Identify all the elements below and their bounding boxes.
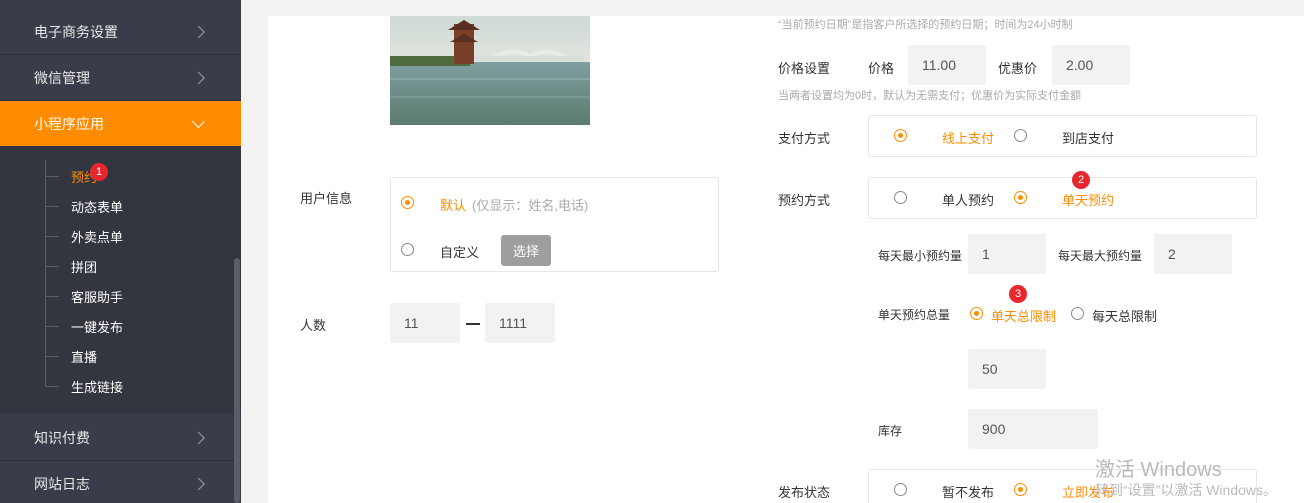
price-hint: 当两者设置均为0时，默认为无需支付；优惠价为实际支付金额 (778, 90, 1082, 102)
nav-item-ecommerce-settings[interactable]: 电子商务设置 (0, 9, 241, 55)
step-badge-3: 3 (1009, 285, 1027, 303)
booking-single-day-label: 单天预约 (1062, 193, 1115, 208)
chevron-right-icon (192, 431, 205, 444)
payment-online-radio[interactable] (894, 129, 907, 142)
submenu-item-one-click-publish[interactable]: 一键发布 (45, 316, 123, 336)
activation-watermark-title: 激活 Windows (1095, 459, 1222, 481)
user-info-default-radio[interactable] (401, 196, 414, 209)
total-single-day-radio[interactable] (970, 307, 983, 320)
daily-max-label: 每天最大预约量 (1058, 249, 1143, 263)
submenu: 预约 动态表单 外卖点单 拼团 客服助手 一键发布 直播 生成链接 (0, 146, 241, 414)
submenu-item-service-assistant[interactable]: 客服助手 (45, 286, 123, 306)
user-info-default-note: (仅显示：姓名,电话) (472, 198, 589, 213)
discount-label: 优惠价 (998, 61, 1038, 76)
chevron-right-icon (192, 25, 205, 38)
price-label: 价格 (868, 61, 895, 76)
publish-later-label: 暂不发布 (942, 485, 995, 500)
cover-image (390, 16, 590, 125)
user-info-label: 用户信息 (300, 191, 353, 206)
booking-mode-label: 预约方式 (778, 193, 831, 208)
daily-min-input[interactable]: 1 (968, 234, 1046, 274)
submenu-item-takeout[interactable]: 外卖点单 (45, 226, 123, 246)
publish-status-label: 发布状态 (778, 485, 831, 500)
total-single-day-label: 单天总限制 (991, 309, 1057, 324)
submenu-item-dynamic-form[interactable]: 动态表单 (45, 196, 123, 216)
choose-button[interactable]: 选择 (501, 235, 551, 266)
daily-total-label: 单天预约总量 (878, 308, 951, 322)
daily-min-label: 每天最小预约量 (878, 249, 963, 263)
chevron-right-icon (192, 477, 205, 490)
sidebar: 电子商务设置 微信管理 小程序应用 预约 动态表单 外卖点单 拼团 客服助手 一… (0, 0, 241, 503)
total-every-day-label: 每天总限制 (1092, 309, 1158, 324)
payment-method-label: 支付方式 (778, 131, 831, 146)
price-input[interactable]: 11.00 (908, 45, 986, 85)
price-settings-label: 价格设置 (778, 61, 831, 76)
nav-item-mini-program[interactable]: 小程序应用 (0, 101, 241, 146)
user-info-custom-label: 自定义 (440, 245, 480, 260)
submenu-item-group-buy[interactable]: 拼团 (45, 256, 97, 276)
nav-item-label: 电子商务设置 (34, 23, 118, 40)
user-info-default-label: 默认 (440, 198, 467, 213)
booking-single-day-radio[interactable] (1014, 191, 1027, 204)
discount-input[interactable]: 2.00 (1052, 45, 1130, 85)
sidebar-scrollbar[interactable] (234, 258, 240, 503)
publish-later-radio[interactable] (894, 483, 907, 496)
booking-single-person-radio[interactable] (894, 191, 907, 204)
chevron-right-icon (192, 71, 205, 84)
publish-now-radio[interactable] (1014, 483, 1027, 496)
submenu-item-live[interactable]: 直播 (45, 346, 97, 366)
stock-input[interactable]: 900 (968, 409, 1098, 449)
nav-item-label: 知识付费 (34, 429, 90, 446)
nav-item-label: 小程序应用 (34, 115, 104, 132)
user-info-custom-radio[interactable] (401, 243, 414, 256)
step-badge-2: 2 (1072, 171, 1090, 189)
people-label: 人数 (300, 318, 327, 333)
range-dash (466, 323, 480, 325)
submenu-item-booking[interactable]: 预约 (45, 166, 97, 186)
people-min-input[interactable]: 11 (390, 303, 460, 343)
booking-single-person-label: 单人预约 (942, 193, 995, 208)
payment-in-store-radio[interactable] (1014, 129, 1027, 142)
total-limit-input[interactable]: 50 (968, 349, 1046, 389)
payment-in-store-label: 到店支付 (1062, 131, 1115, 146)
notification-badge: 1 (90, 163, 108, 181)
nav-item-site-log[interactable]: 网站日志 (0, 461, 241, 503)
nav-item-label: 微信管理 (34, 69, 90, 86)
chevron-down-icon (192, 114, 205, 128)
nav-item-knowledge-paid[interactable]: 知识付费 (0, 415, 241, 461)
nav-item-wechat[interactable]: 微信管理 (0, 55, 241, 101)
stock-label: 库存 (878, 424, 903, 438)
nav-item-label: 网站日志 (34, 475, 90, 492)
activation-watermark-subtitle: 转到“设置”以激活 Windows。 (1095, 482, 1278, 498)
date-hint: “当前预约日期”是指客户所选择的预约日期；时间为24小时制 (778, 19, 1073, 31)
daily-max-input[interactable]: 2 (1154, 234, 1232, 274)
total-every-day-radio[interactable] (1071, 307, 1084, 320)
payment-online-label: 线上支付 (942, 131, 995, 146)
submenu-item-generate-link[interactable]: 生成链接 (45, 376, 123, 396)
people-max-input[interactable]: 1111 (485, 303, 555, 343)
